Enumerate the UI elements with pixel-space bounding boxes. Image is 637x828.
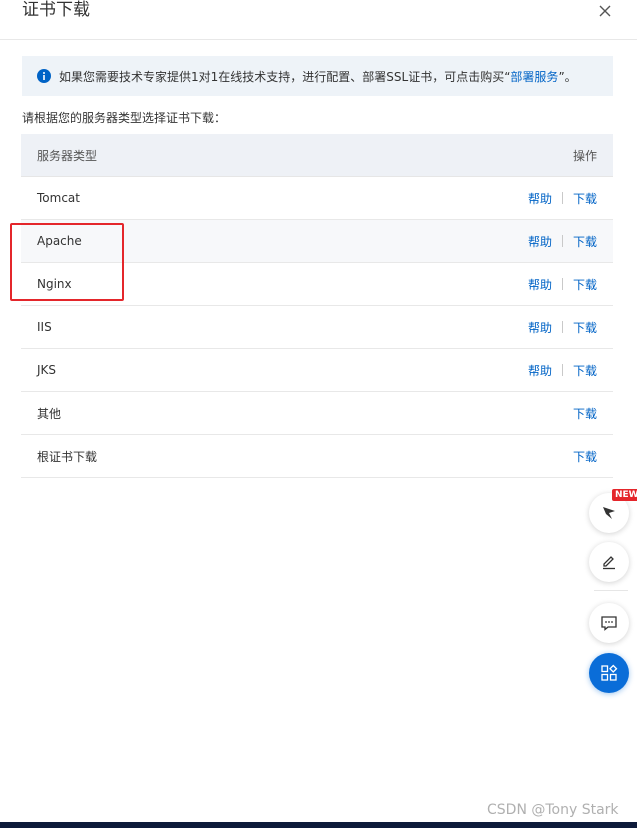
divider: [561, 321, 563, 333]
help-link[interactable]: 帮助: [528, 276, 552, 293]
notice-suffix: ”。: [558, 69, 577, 84]
info-notice: 如果您需要技术专家提供1对1在线技术支持，进行配置、部署SSL证书，可点击购买“…: [22, 56, 613, 96]
table-row-tomcat: Tomcat 帮助 下载: [21, 177, 613, 220]
deploy-service-link[interactable]: 部署服务: [510, 68, 558, 85]
server-name: Apache: [37, 234, 82, 248]
header-operations: 操作: [572, 148, 597, 163]
download-link[interactable]: 下载: [573, 448, 597, 465]
row-operations: 帮助 下载: [528, 276, 597, 293]
bottom-bar: [0, 822, 637, 828]
server-name: 其他: [37, 406, 62, 421]
help-link[interactable]: 帮助: [528, 190, 552, 207]
table-header: 服务器类型 操作: [21, 134, 613, 177]
divider: [561, 192, 563, 204]
toolbar-divider: [594, 590, 628, 591]
edit-button[interactable]: [589, 542, 629, 582]
server-name: JKS: [37, 363, 57, 377]
download-link[interactable]: 下载: [573, 362, 597, 379]
header-server-type: 服务器类型: [37, 148, 98, 163]
row-operations: 帮助 下载: [528, 233, 597, 250]
row-operations: 帮助 下载: [528, 190, 597, 207]
table-row-iis: IIS 帮助 下载: [21, 306, 613, 349]
row-operations: 下载: [573, 405, 597, 422]
chat-icon: [601, 616, 617, 631]
info-circle-icon: [37, 69, 51, 83]
download-link[interactable]: 下载: [573, 319, 597, 336]
dialog-title: 证书下载: [22, 0, 90, 20]
close-icon[interactable]: [597, 3, 613, 19]
server-name: Tomcat: [37, 191, 80, 205]
server-name: Nginx: [37, 277, 72, 291]
table-row-jks: JKS 帮助 下载: [21, 349, 613, 392]
table-row-root-cert: 根证书下载 下载: [21, 435, 613, 478]
divider: [561, 364, 563, 376]
table-row-apache: Apache 帮助 下载: [21, 220, 613, 263]
download-link[interactable]: 下载: [573, 405, 597, 422]
server-name: IIS: [37, 320, 52, 334]
new-badge: NEW: [612, 489, 637, 501]
dialog-header: 证书下载: [0, 0, 637, 40]
row-operations: 帮助 下载: [528, 319, 597, 336]
divider: [561, 235, 563, 247]
table-row-nginx: Nginx 帮助 下载: [21, 263, 613, 306]
apps-button[interactable]: [589, 653, 629, 693]
divider: [561, 278, 563, 290]
server-type-table: 服务器类型 操作 Tomcat 帮助 下载 Apache 帮助 下载 Nginx…: [21, 134, 613, 478]
notice-text: 如果您需要技术专家提供1对1在线技术支持，进行配置、部署SSL证书，可点击购买“: [59, 69, 511, 84]
feather-icon: [603, 507, 615, 519]
select-prompt: 请根据您的服务器类型选择证书下载：: [22, 111, 227, 125]
help-link[interactable]: 帮助: [528, 233, 552, 250]
table-row-other: 其他 下载: [21, 392, 613, 435]
chat-button[interactable]: [589, 603, 629, 643]
download-link[interactable]: 下载: [573, 233, 597, 250]
row-operations: 下载: [573, 448, 597, 465]
help-link[interactable]: 帮助: [528, 319, 552, 336]
help-link[interactable]: 帮助: [528, 362, 552, 379]
row-operations: 帮助 下载: [528, 362, 597, 379]
watermark: CSDN @Tony Stark: [487, 802, 619, 818]
server-name: 根证书下载: [37, 449, 98, 464]
download-link[interactable]: 下载: [573, 190, 597, 207]
edit-icon: [603, 556, 615, 570]
apps-icon: [601, 664, 618, 681]
download-link[interactable]: 下载: [573, 276, 597, 293]
